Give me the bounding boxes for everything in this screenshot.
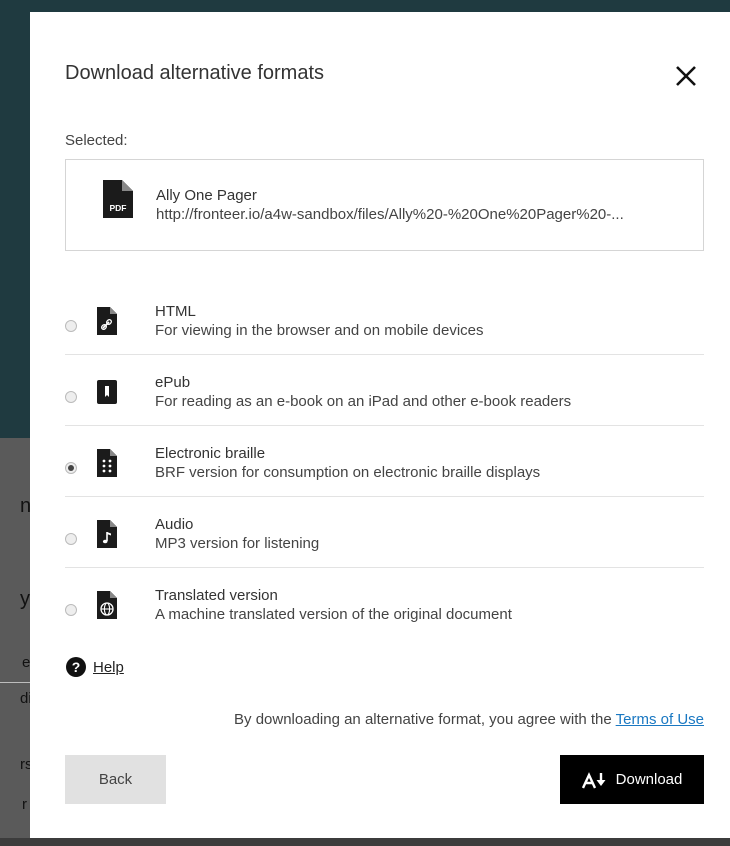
download-label: Download — [615, 771, 683, 788]
format-options-list: HTML For viewing in the browser and on m… — [65, 284, 704, 639]
agreement-text: By downloading an alternative format, yo… — [234, 711, 616, 728]
radio-audio[interactable] — [65, 533, 77, 545]
radio-epub[interactable] — [65, 391, 77, 403]
format-option-translated[interactable]: Translated version A machine translated … — [65, 568, 704, 639]
html-link-file-icon — [97, 307, 117, 335]
back-button[interactable]: Back — [65, 755, 166, 804]
format-option-audio[interactable]: Audio MP3 version for listening — [65, 497, 704, 568]
format-description: BRF version for consumption on electroni… — [155, 464, 541, 481]
format-title: HTML — [155, 303, 196, 320]
format-title: ePub — [155, 374, 191, 391]
epub-book-icon — [97, 380, 117, 404]
format-description: For reading as an e-book on an iPad and … — [155, 393, 572, 410]
radio-html[interactable] — [65, 320, 77, 332]
close-button[interactable] — [666, 56, 706, 96]
terms-of-use-link[interactable]: Terms of Use — [616, 711, 704, 728]
selected-file-card: PDF Ally One Pager http://fronteer.io/a4… — [65, 159, 704, 251]
format-description: For viewing in the browser and on mobile… — [155, 322, 484, 339]
background-text: y — [20, 588, 30, 610]
format-option-html[interactable]: HTML For viewing in the browser and on m… — [65, 284, 704, 355]
background-divider — [0, 682, 30, 683]
format-title: Audio — [155, 516, 194, 533]
braille-file-icon — [97, 449, 117, 477]
format-description: MP3 version for listening — [155, 535, 320, 552]
question-circle-icon: ? — [66, 657, 86, 677]
download-formats-dialog: Download alternative formats Selected: P… — [30, 12, 730, 838]
ally-download-icon — [581, 771, 606, 789]
help-label[interactable]: Help — [93, 659, 124, 676]
format-title: Electronic braille — [155, 445, 266, 462]
format-description: A machine translated version of the orig… — [155, 606, 512, 623]
translated-globe-file-icon — [97, 591, 117, 619]
svg-text:?: ? — [72, 659, 81, 675]
format-title: Translated version — [155, 587, 278, 604]
background-text: r — [22, 796, 27, 813]
terms-agreement: By downloading an alternative format, yo… — [234, 711, 704, 728]
selected-label: Selected: — [65, 132, 128, 149]
selected-file-url: http://fronteer.io/a4w-sandbox/files/All… — [156, 206, 624, 223]
audio-file-icon — [97, 520, 117, 548]
format-option-epub[interactable]: ePub For reading as an e-book on an iPad… — [65, 355, 704, 426]
download-button[interactable]: Download — [560, 755, 704, 804]
pdf-icon-label: PDF — [110, 203, 127, 213]
modal-shadow — [0, 838, 730, 846]
radio-translated[interactable] — [65, 604, 77, 616]
close-icon — [676, 66, 696, 86]
radio-electronic-braille[interactable] — [65, 462, 77, 474]
selected-file-name: Ally One Pager — [156, 187, 257, 204]
dialog-title: Download alternative formats — [65, 62, 325, 84]
format-option-electronic-braille[interactable]: Electronic braille BRF version for consu… — [65, 426, 704, 497]
pdf-file-icon: PDF — [103, 180, 133, 218]
